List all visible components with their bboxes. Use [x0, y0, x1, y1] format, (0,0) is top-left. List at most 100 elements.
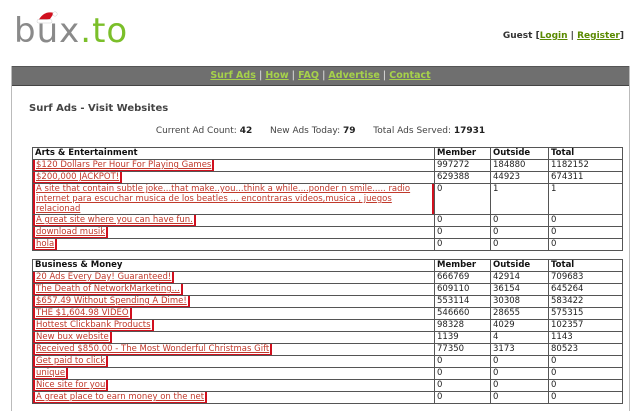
outside-count: 0 — [490, 226, 549, 239]
register-link[interactable]: Register — [577, 31, 620, 41]
user-bar: Guest [Login | Register] — [502, 31, 624, 41]
member-count: 98328 — [434, 319, 491, 332]
ad-link[interactable]: 20 Ads Every Day! Guaranteed! — [33, 272, 175, 283]
member-count: 546660 — [434, 307, 491, 320]
outside-count: 1 — [490, 183, 549, 215]
outside-count: 0 — [490, 379, 549, 392]
nav-contact[interactable]: Contact — [389, 70, 430, 81]
ad-link[interactable]: Get paid to click — [33, 356, 109, 367]
page-title: Surf Ads - Visit Websites — [29, 103, 169, 114]
member-count: 666769 — [434, 271, 491, 284]
ad-link[interactable]: $657.49 Without Spending A Dime! — [33, 296, 190, 307]
total-count: 1143 — [548, 331, 623, 344]
ad-title-cell: $120 Dollars Per Hour For Playing Games — [32, 159, 435, 172]
total-count: 709683 — [548, 271, 623, 284]
total-count: 0 — [548, 238, 623, 251]
ad-title-cell: $657.49 Without Spending A Dime! — [32, 295, 435, 308]
member-column-header: Member — [434, 259, 491, 272]
ad-link[interactable]: THE $1,604.98 VIDEO — [33, 308, 132, 319]
total-count: 1 — [548, 183, 623, 215]
total-count: 575315 — [548, 307, 623, 320]
outside-count: 0 — [490, 214, 549, 227]
main-nav: Surf Ads | How | FAQ | Advertise | Contact — [12, 66, 629, 86]
nav-surf-ads[interactable]: Surf Ads — [210, 70, 256, 81]
category-table-arts: Arts & Entertainment Member Outside Tota… — [32, 147, 623, 251]
ad-title-cell: A great site where you can have fun. — [32, 214, 435, 227]
nav-faq[interactable]: FAQ — [298, 70, 319, 81]
member-count: 0 — [434, 226, 491, 239]
ad-row: Get paid to click 0 0 0 — [32, 355, 623, 368]
total-served-value: 17931 — [453, 126, 486, 136]
ad-row: $200,000 JACKPOT! 629388 44923 674311 — [32, 171, 623, 184]
ad-link[interactable]: $200,000 JACKPOT! — [33, 172, 123, 183]
outside-count: 3173 — [490, 343, 549, 356]
ad-title-cell: hola — [32, 238, 435, 251]
category-table-business: Business & Money Member Outside Total 20… — [32, 259, 623, 404]
ad-link[interactable]: A site that contain subtle joke...that m… — [33, 184, 434, 214]
total-count: 0 — [548, 379, 623, 392]
total-column-header: Total — [548, 259, 623, 272]
ad-link[interactable]: Nice site for you — [33, 380, 109, 391]
ad-title-cell: Nice site for you — [32, 379, 435, 392]
ad-link[interactable]: $120 Dollars Per Hour For Playing Games — [33, 160, 215, 171]
ad-row: A great place to earn money on the net 0 0… — [32, 391, 623, 404]
ad-row: Hottest Clickbank Products 98328 4029 10235… — [32, 319, 623, 332]
member-column-header: Member — [434, 147, 491, 160]
ad-title-cell: $200,000 JACKPOT! — [32, 171, 435, 184]
ad-row: A site that contain subtle joke...that m… — [32, 183, 623, 215]
ad-title-cell: New bux website — [32, 331, 435, 344]
total-count: 0 — [548, 391, 623, 404]
member-count: 77350 — [434, 343, 491, 356]
ad-link[interactable]: New bux website — [33, 332, 112, 343]
outside-count: 0 — [490, 391, 549, 404]
ad-row: 20 Ads Every Day! Guaranteed! 666769 42914… — [32, 271, 623, 284]
member-count: 0 — [434, 238, 491, 251]
ad-link[interactable]: A great place to earn money on the net — [33, 392, 208, 403]
total-count: 1182152 — [548, 159, 623, 172]
ad-title-cell: Get paid to click — [32, 355, 435, 368]
outside-count: 4029 — [490, 319, 549, 332]
content-frame: Surf Ads | How | FAQ | Advertise | Contact Surf … — [11, 66, 630, 411]
total-column-header: Total — [548, 147, 623, 160]
santa-hat-icon — [36, 11, 58, 24]
nav-advertise[interactable]: Advertise — [328, 70, 379, 81]
ad-link[interactable]: download musik — [33, 227, 109, 238]
total-count: 0 — [548, 226, 623, 239]
member-count: 609110 — [434, 283, 491, 296]
ad-row: THE $1,604.98 VIDEO 546660 28655 575315 — [32, 307, 623, 320]
ad-link[interactable]: Received $850.00 - The Most Wonderful Ch… — [33, 344, 273, 355]
nav-how[interactable]: How — [265, 70, 288, 81]
total-count: 80523 — [548, 343, 623, 356]
ad-link[interactable]: Hottest Clickbank Products — [33, 320, 154, 331]
guest-label: Guest — [502, 31, 533, 41]
total-served-label: Total Ads Served: — [373, 126, 451, 136]
ad-title-cell: The Death of NetworkMarketing... — [32, 283, 435, 296]
ad-link[interactable]: hola — [33, 239, 58, 250]
ad-row: The Death of NetworkMarketing... 609110 36… — [32, 283, 623, 296]
total-count: 0 — [548, 367, 623, 380]
outside-count: 0 — [490, 367, 549, 380]
ad-row: Nice site for you 0 0 0 — [32, 379, 623, 392]
category-header: Arts & Entertainment — [32, 147, 435, 160]
total-count: 645264 — [548, 283, 623, 296]
ad-link[interactable]: The Death of NetworkMarketing... — [33, 284, 183, 295]
outside-column-header: Outside — [490, 259, 549, 272]
ad-row: A great site where you can have fun. 0 0 0 — [32, 214, 623, 227]
site-logo[interactable]: bux.to — [14, 12, 128, 50]
outside-count: 184880 — [490, 159, 549, 172]
outside-count: 28655 — [490, 307, 549, 320]
ad-row: unique 0 0 0 — [32, 367, 623, 380]
ad-row: $120 Dollars Per Hour For Playing Games 9… — [32, 159, 623, 172]
outside-count: 0 — [490, 238, 549, 251]
today-count-label: New Ads Today: — [269, 126, 341, 136]
total-count: 583422 — [548, 295, 623, 308]
login-link[interactable]: Login — [540, 31, 568, 41]
ad-link[interactable]: A great site where you can have fun. — [33, 215, 196, 226]
ad-title-cell: Hottest Clickbank Products — [32, 319, 435, 332]
outside-count: 4 — [490, 331, 549, 344]
ad-row: download musik 0 0 0 — [32, 226, 623, 239]
ad-link[interactable]: unique — [33, 368, 69, 379]
outside-count: 44923 — [490, 171, 549, 184]
outside-count: 42914 — [490, 271, 549, 284]
outside-count: 0 — [490, 355, 549, 368]
